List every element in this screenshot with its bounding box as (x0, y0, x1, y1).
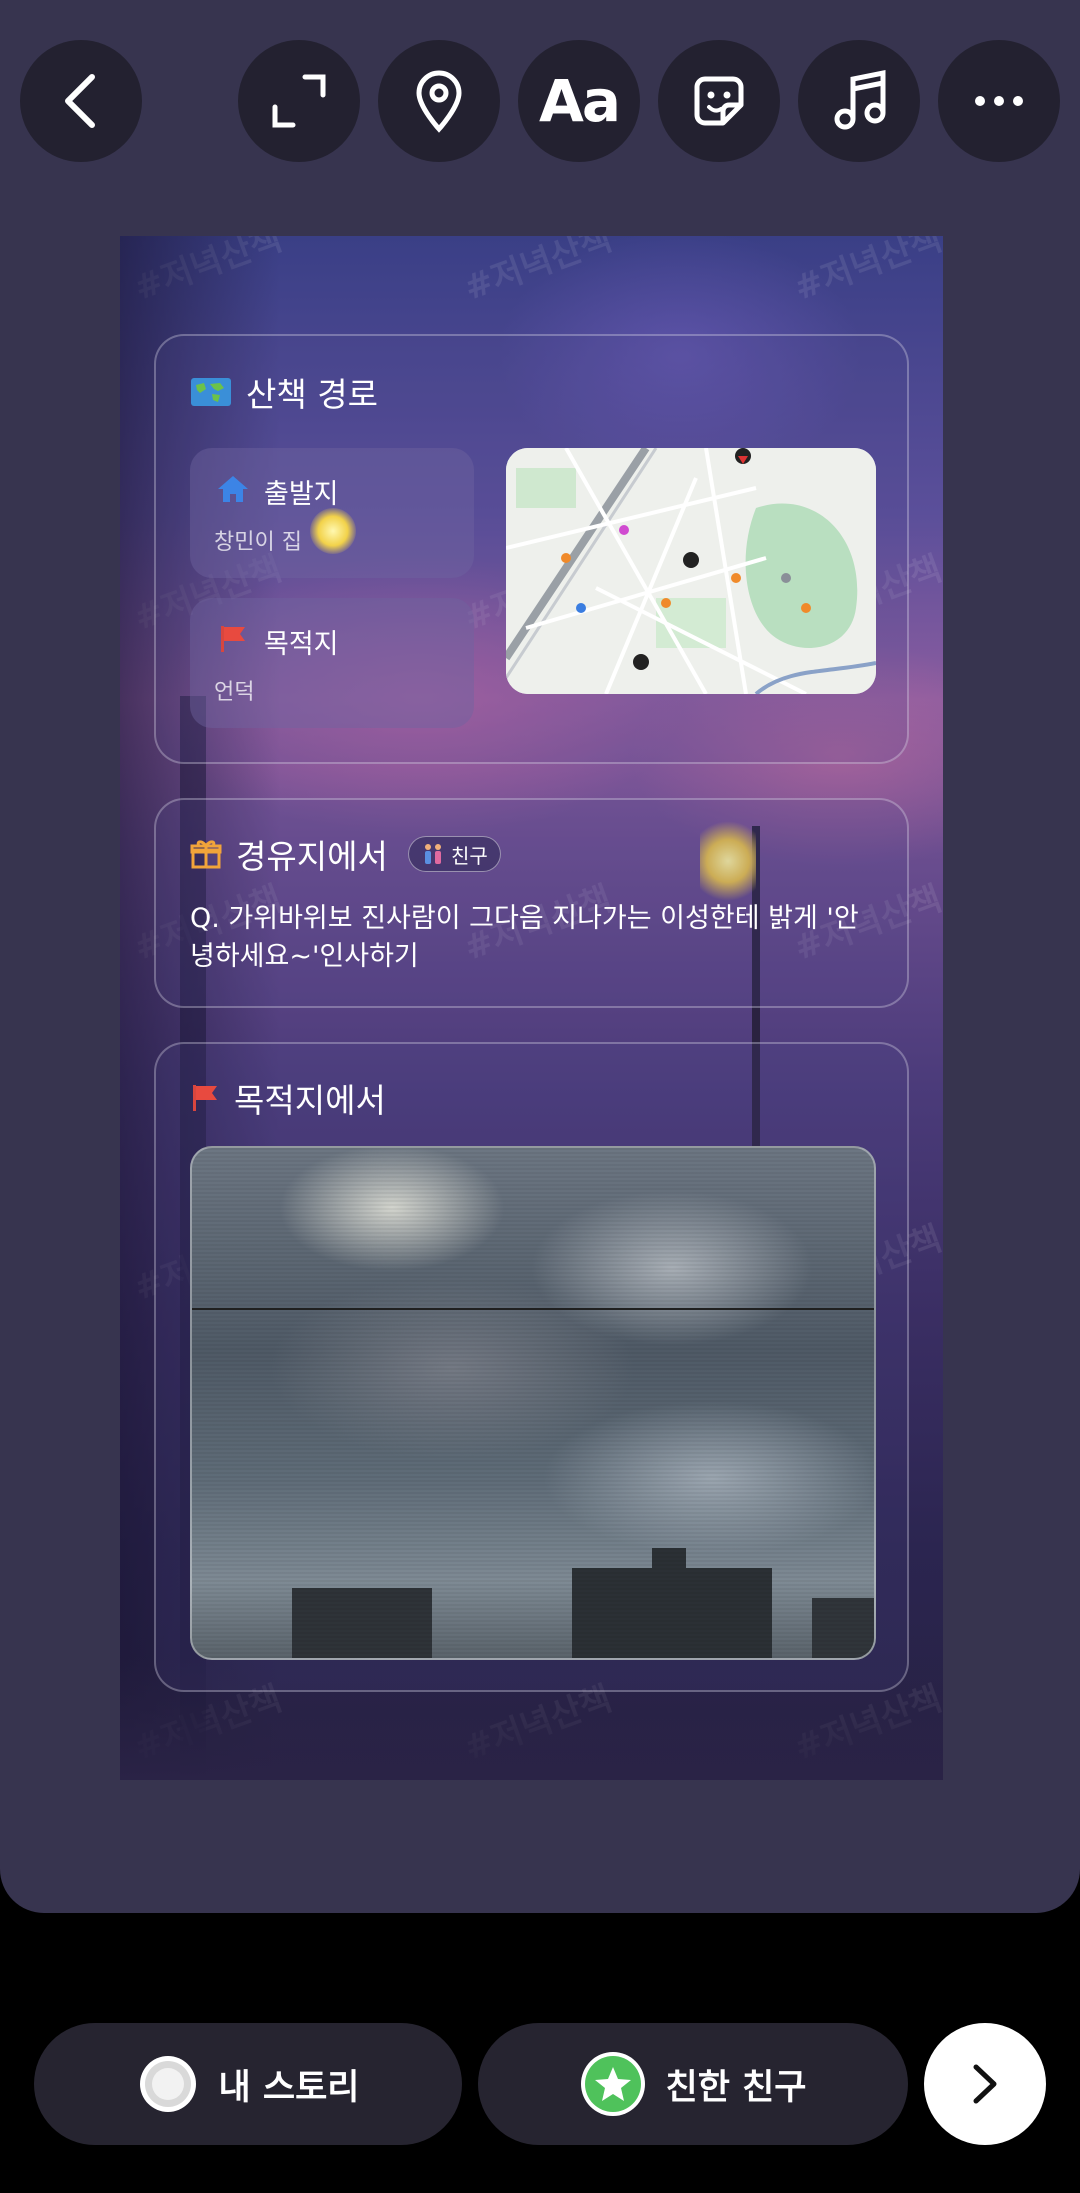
start-value: 창민이 집 (214, 530, 302, 555)
destination-point-box: 목적지 언덕 (190, 598, 474, 728)
sticker-icon (694, 76, 744, 126)
destination-value: 언덕 (214, 680, 255, 705)
close-friends-button[interactable]: 친한 친구 (478, 2023, 908, 2145)
map-graphic (506, 448, 876, 694)
screen-mesh (192, 1148, 874, 1658)
location-pin-icon (416, 70, 462, 133)
my-story-button[interactable]: 내 스토리 (34, 2023, 462, 2145)
route-card: 산책 경로 출발지 창민이 집 목적지 언덕 (154, 334, 909, 764)
story-canvas[interactable]: #저녁산책 #저녁산책 #저녁산책 #저녁산책 #저녁산책 #저녁산책 #저녁산… (120, 236, 943, 1780)
sticker-button[interactable] (658, 40, 780, 162)
destination-card: 목적지에서 (154, 1042, 909, 1692)
red-flag-icon (193, 1085, 217, 1111)
story-editor-stage: Aa #저녁산책 #저녁산책 #저녁산책 #저녁산책 #저녁산책 #저녁산책 #… (0, 0, 1080, 1913)
gift-icon (190, 840, 222, 869)
expand-icon (272, 74, 326, 128)
expand-button[interactable] (238, 40, 360, 162)
more-horizontal-icon (975, 96, 1023, 106)
red-flag-icon (221, 626, 245, 652)
destination-card-header: 목적지에서 (190, 1074, 386, 1122)
route-card-header: 산책 경로 (190, 368, 378, 416)
start-label: 출발지 (264, 479, 339, 510)
watermark: #저녁산책 (788, 236, 943, 309)
text-tool-label: Aa (538, 67, 621, 135)
chevron-right-icon (973, 2064, 997, 2104)
route-card-title: 산책 경로 (246, 375, 378, 414)
friends-icon (425, 844, 441, 864)
house-icon (218, 476, 248, 502)
destination-label: 목적지 (264, 629, 339, 660)
firefly-glow (310, 508, 356, 554)
avatar-icon (139, 2056, 196, 2112)
close-friends-label: 친한 친구 (665, 2067, 807, 2108)
destination-card-title: 목적지에서 (234, 1081, 386, 1120)
route-map[interactable] (506, 448, 876, 694)
chevron-left-icon (65, 74, 95, 128)
watermark: #저녁산책 (458, 236, 618, 309)
music-button[interactable] (798, 40, 920, 162)
text-button[interactable]: Aa (518, 40, 640, 162)
music-note-icon (834, 69, 886, 130)
more-button[interactable] (938, 40, 1060, 162)
destination-photo[interactable] (190, 1146, 876, 1660)
world-map-icon (191, 378, 231, 406)
waypoint-card: 경유지에서 친구 Q. 가위바위보 진사람이 그다음 지나가는 이성한테 밝게 … (154, 798, 909, 1008)
location-button[interactable] (378, 40, 500, 162)
waypoint-card-header: 경유지에서 (190, 830, 388, 878)
friend-badge: 친구 (408, 836, 501, 872)
my-story-label: 내 스토리 (218, 2067, 360, 2108)
start-point-box: 출발지 창민이 집 (190, 448, 474, 578)
waypoint-question: Q. 가위바위보 진사람이 그다음 지나가는 이성한테 밝게 '안녕하세요~'인… (190, 903, 859, 972)
next-button[interactable] (924, 2023, 1046, 2145)
friend-badge-label: 친구 (451, 843, 488, 868)
back-button[interactable] (20, 40, 142, 162)
star-icon (580, 2052, 645, 2116)
waypoint-card-title: 경유지에서 (236, 837, 388, 876)
